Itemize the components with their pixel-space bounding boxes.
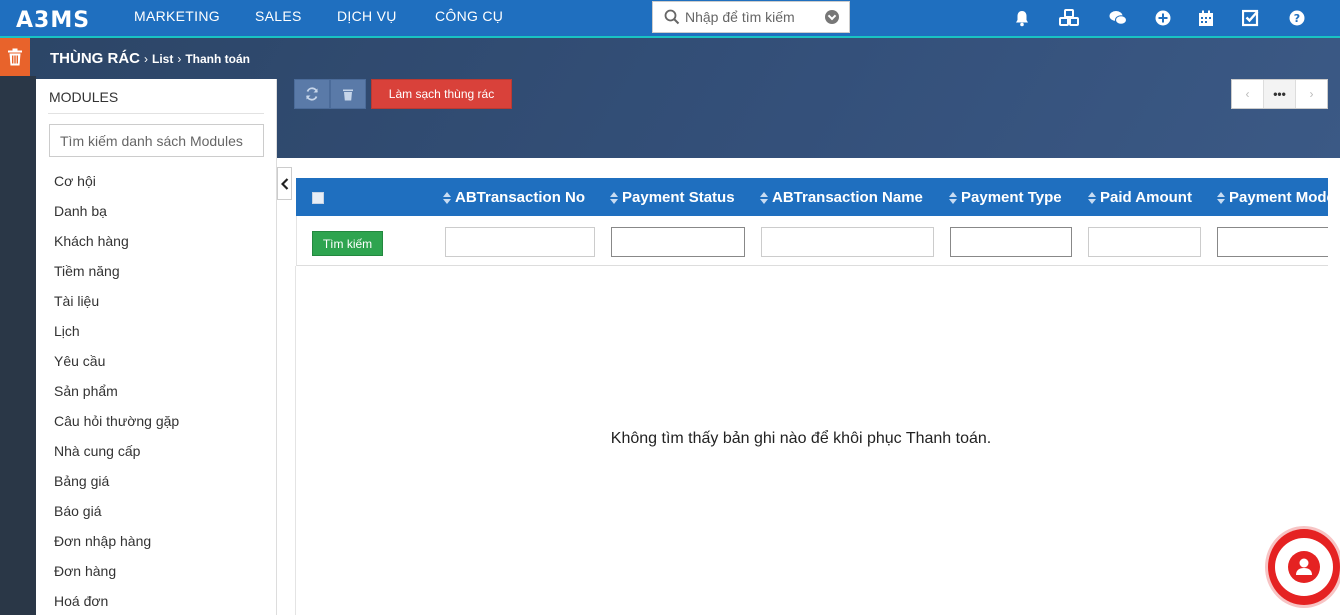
sort-icon <box>1217 191 1225 204</box>
filter-payment-type-input[interactable] <box>950 227 1072 257</box>
column-label: Payment Type <box>961 189 1062 206</box>
breadcrumb: THÙNG RÁC › List › Thanh toán <box>50 50 250 67</box>
nav-marketing[interactable]: MARKETING <box>134 8 220 24</box>
sidebar-item-khach-hang[interactable]: Khách hàng <box>54 233 179 263</box>
breadcrumb-section[interactable]: THÙNG RÁC <box>50 50 140 67</box>
column-label: ABTransaction Name <box>772 189 923 206</box>
select-all-checkbox[interactable] <box>312 192 324 204</box>
modules-list: Cơ hội Danh bạ Khách hàng Tiềm năng Tài … <box>54 173 179 615</box>
refresh-icon <box>306 87 318 101</box>
breadcrumb-current: Thanh toán <box>185 52 251 66</box>
logo-icon: A3MS <box>16 8 90 30</box>
empty-state-message: Không tìm thấy bản ghi nào để khôi phục … <box>610 430 992 447</box>
next-page-button[interactable]: › <box>1296 80 1327 108</box>
global-search[interactable]: Nhập để tìm kiếm <box>652 1 850 33</box>
sidebar-divider <box>48 113 264 114</box>
trash-tab[interactable] <box>0 38 30 76</box>
modules-sidebar: MODULES Tìm kiếm danh sách Modules Cơ hộ… <box>36 79 277 615</box>
chevron-down-icon[interactable] <box>825 10 839 24</box>
search-button[interactable]: Tìm kiếm <box>312 231 383 256</box>
sidebar-item-tai-lieu[interactable]: Tài liệu <box>54 293 179 323</box>
collapse-sidebar-button[interactable] <box>277 167 292 200</box>
sidebar-item-bao-gia[interactable]: Báo giá <box>54 503 179 533</box>
filter-payment-status-input[interactable] <box>611 227 745 257</box>
left-rail <box>0 76 36 615</box>
checkbox-icon[interactable] <box>1241 8 1261 28</box>
sidebar-item-don-nhap-hang[interactable]: Đơn nhập hàng <box>54 533 179 563</box>
nav-cong-cu[interactable]: CÔNG CỤ <box>435 8 503 24</box>
sidebar-item-nha-cung-cap[interactable]: Nhà cung cấp <box>54 443 179 473</box>
sidebar-item-bang-gia[interactable]: Bảng giá <box>54 473 179 503</box>
column-label: Payment Status <box>622 189 735 206</box>
chevron-right-icon: › <box>144 52 148 66</box>
sidebar-item-co-hoi[interactable]: Cơ hội <box>54 173 179 203</box>
sort-icon <box>1088 191 1096 204</box>
sidebar-item-san-pham[interactable]: Sản phẩm <box>54 383 179 413</box>
more-options-button[interactable]: ••• <box>1264 80 1296 108</box>
help-icon[interactable]: ? <box>1287 8 1307 28</box>
svg-text:A3MS: A3MS <box>16 8 90 30</box>
sidebar-item-lich[interactable]: Lịch <box>54 323 179 353</box>
sidebar-item-cau-hoi[interactable]: Câu hỏi thường gặp <box>54 413 179 443</box>
nav-dich-vu[interactable]: DỊCH VỤ <box>337 8 397 24</box>
chevron-right-icon: › <box>177 52 182 66</box>
filter-abtransaction-no-input[interactable] <box>445 227 595 257</box>
column-label: ABTransaction No <box>455 189 586 206</box>
sidebar-item-yeu-cau[interactable]: Yêu cầu <box>54 353 179 383</box>
column-label: Payment Mode <box>1229 189 1328 206</box>
cubes-icon[interactable] <box>1059 8 1079 28</box>
sort-icon <box>760 191 768 204</box>
delete-button[interactable] <box>330 79 366 109</box>
bell-icon[interactable] <box>1012 8 1032 28</box>
sort-icon <box>610 191 618 204</box>
prev-page-button[interactable]: ‹ <box>1232 80 1264 108</box>
nav-sales[interactable]: SALES <box>255 8 302 24</box>
search-icon <box>664 9 680 25</box>
table-header: ABTransaction No Payment Status ABTransa… <box>296 178 1328 216</box>
sidebar-title: MODULES <box>49 89 119 105</box>
table-filter-row: Tìm kiếm <box>296 216 1328 266</box>
chevron-left-icon <box>280 177 288 190</box>
column-header-payment-status[interactable]: Payment Status <box>610 189 735 206</box>
filter-abtransaction-name-input[interactable] <box>761 227 934 257</box>
sidebar-item-don-hang[interactable]: Đơn hàng <box>54 563 179 593</box>
column-header-paid-amount[interactable]: Paid Amount <box>1088 189 1192 206</box>
user-support-icon <box>1288 551 1320 583</box>
modules-search-input[interactable]: Tìm kiếm danh sách Modules <box>49 124 264 157</box>
svg-text:?: ? <box>1294 12 1300 25</box>
sidebar-item-hoa-don[interactable]: Hoá đơn <box>54 593 179 615</box>
support-chat-button[interactable] <box>1268 529 1340 605</box>
column-header-abtransaction-name[interactable]: ABTransaction Name <box>760 189 923 206</box>
global-search-placeholder: Nhập để tìm kiếm <box>685 9 795 25</box>
sidebar-item-danh-ba[interactable]: Danh bạ <box>54 203 179 233</box>
support-chat-inner <box>1275 538 1333 596</box>
brand-logo[interactable]: A3MS <box>16 6 116 32</box>
column-header-abtransaction-no[interactable]: ABTransaction No <box>443 189 585 206</box>
clean-trash-button[interactable]: Làm sạch thùng rác <box>371 79 512 109</box>
chat-icon[interactable] <box>1108 8 1128 28</box>
pager: ‹ ••• › <box>1231 79 1328 109</box>
breadcrumb-list[interactable]: List <box>152 52 173 66</box>
trash-icon <box>8 48 22 66</box>
calendar-icon[interactable] <box>1196 8 1216 28</box>
column-header-payment-mode[interactable]: Payment Mode <box>1217 189 1328 206</box>
filter-payment-mode-input[interactable] <box>1217 227 1328 257</box>
trash-icon <box>343 89 353 100</box>
sort-icon <box>443 191 451 204</box>
column-label: Paid Amount <box>1100 189 1192 206</box>
restore-button[interactable] <box>294 79 330 109</box>
sidebar-item-tiem-nang[interactable]: Tiềm năng <box>54 263 179 293</box>
plus-circle-icon[interactable] <box>1153 8 1173 28</box>
filter-paid-amount-input[interactable] <box>1088 227 1201 257</box>
column-header-payment-type[interactable]: Payment Type <box>949 189 1062 206</box>
sort-icon <box>949 191 957 204</box>
